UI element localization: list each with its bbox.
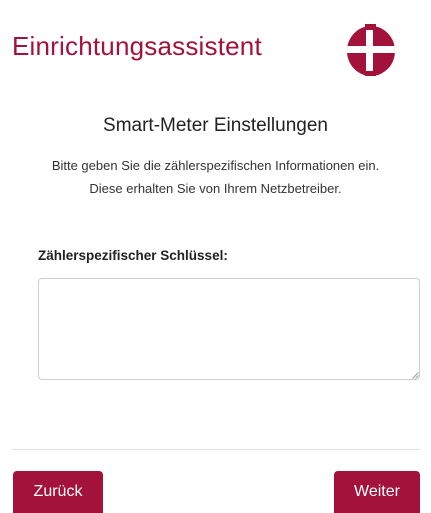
meter-key-input[interactable] [38,278,420,380]
resize-handle-icon[interactable] [412,372,419,379]
intro-line: Diese erhalten Sie von Ihrem Netzbetreib… [89,181,342,196]
back-button[interactable]: Zurück [13,471,103,513]
next-button[interactable]: Weiter [334,471,420,513]
setup-wizard-page: Einrichtungsassistent Smart-Meter Einste… [0,0,431,513]
intro-text: Bitte geben Sie die zählerspezifischen I… [0,154,431,200]
page-title: Einrichtungsassistent [12,31,262,61]
intro-line: Bitte geben Sie die zählerspezifischen I… [51,158,380,173]
footer-divider [12,449,420,450]
section-title: Smart-Meter Einstellungen [103,115,328,136]
header: Einrichtungsassistent [0,0,431,90]
brand-logo-icon [347,24,395,76]
meter-key-label: Zählerspezifischer Schlüssel: [38,248,228,263]
